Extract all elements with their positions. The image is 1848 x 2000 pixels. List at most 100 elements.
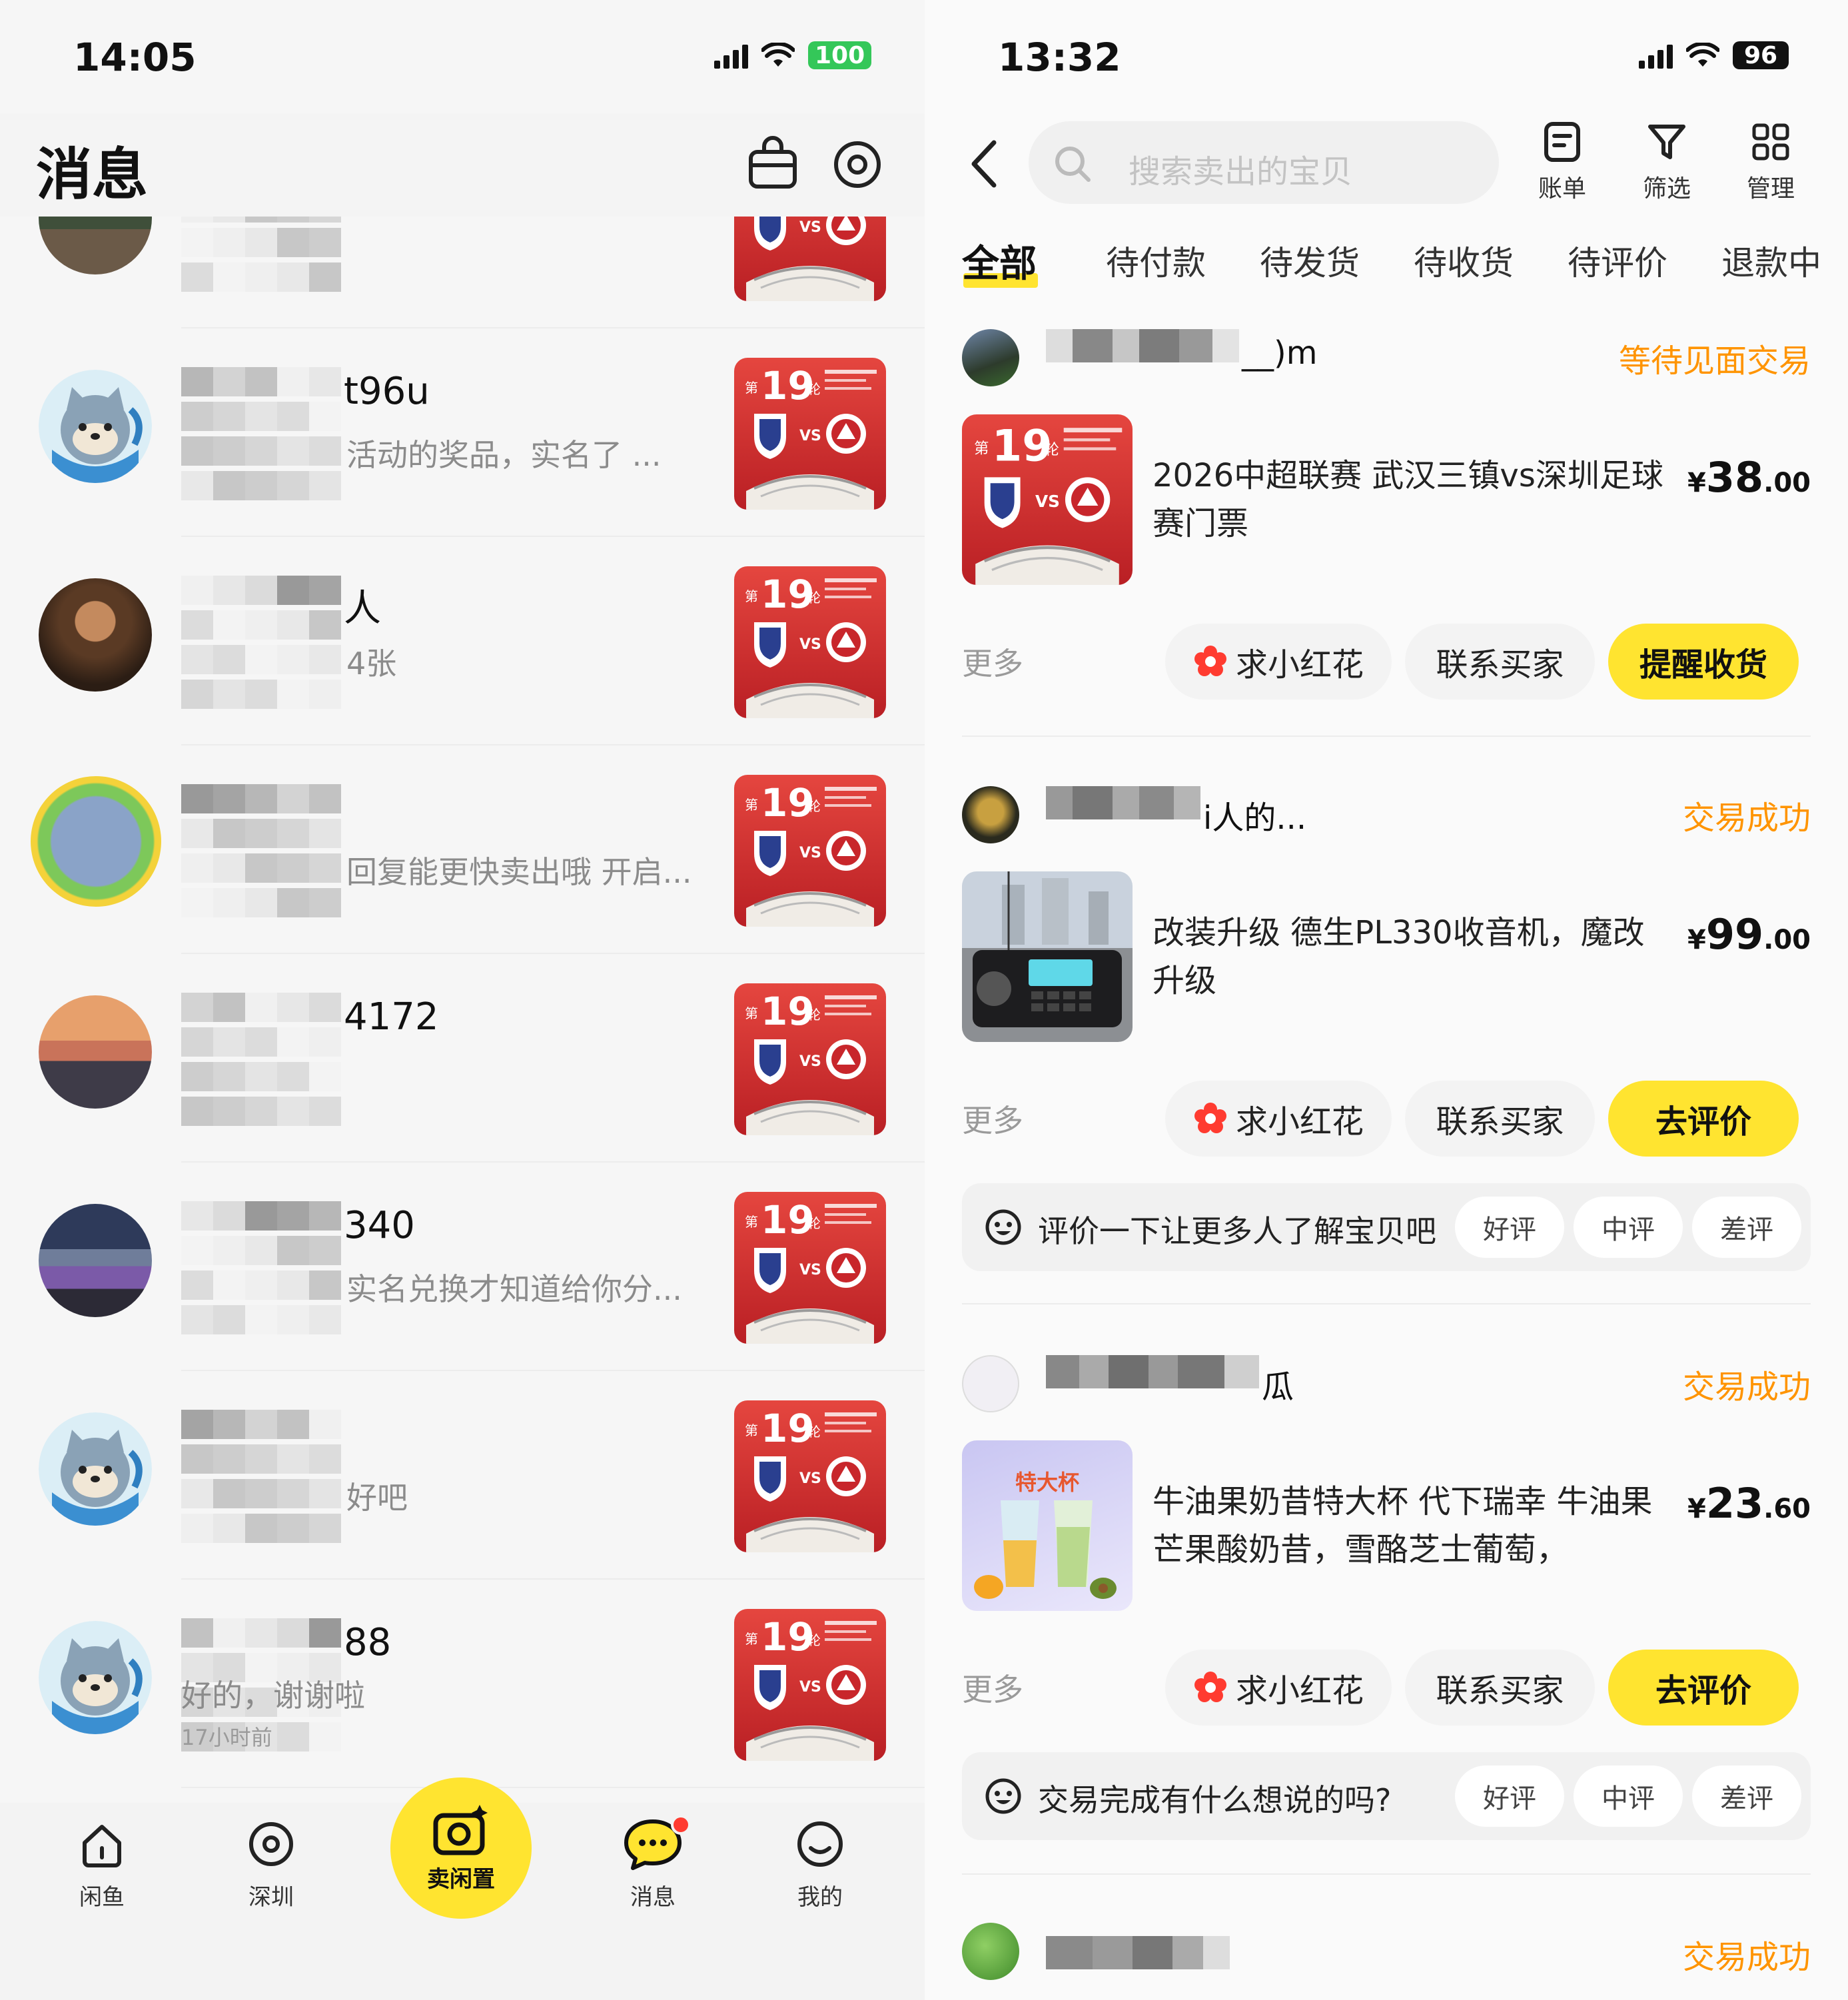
ticket-thumbnail[interactable]: 第19轮 VS bbox=[734, 358, 886, 510]
ticket-thumbnail[interactable]: 第19轮 VS bbox=[734, 566, 886, 718]
ticket-image: 第19轮 VS bbox=[734, 1609, 886, 1761]
ask-flower-button[interactable]: 求小红花 bbox=[1165, 624, 1392, 700]
tab-label: 深圳 bbox=[248, 1884, 294, 1911]
ticket-round-char: 轮 bbox=[807, 798, 821, 814]
review-button[interactable]: 去评价 bbox=[1608, 1650, 1799, 1726]
tab-refunding[interactable]: 退款中 bbox=[1721, 237, 1821, 284]
seller-avatar bbox=[962, 329, 1019, 386]
remind-receipt-button[interactable]: 提醒收货 bbox=[1608, 624, 1799, 700]
ticket-round-char: 轮 bbox=[807, 1007, 821, 1023]
contact-buyer-button[interactable]: 联系买家 bbox=[1405, 1650, 1595, 1726]
ticket-thumbnail[interactable]: 第19轮 VS bbox=[734, 1609, 886, 1761]
filter-button[interactable]: 筛选 bbox=[1630, 120, 1703, 204]
contact-buyer-button[interactable]: 联系买家 bbox=[1405, 624, 1595, 700]
chat-row[interactable]: 好吧 第 19 轮 VS bbox=[0, 1371, 925, 1580]
ticket-vs: VS bbox=[799, 1053, 821, 1070]
ticket-thumbnail[interactable]: 第19轮 VS bbox=[734, 775, 886, 927]
ticket-vs: VS bbox=[799, 636, 821, 653]
sell-button[interactable]: 卖闲置 bbox=[390, 1777, 532, 1919]
cat-avatar-icon bbox=[39, 1621, 152, 1734]
tab-pending-review[interactable]: 待评价 bbox=[1568, 237, 1667, 284]
chat-preview: 实名兑换才知道给你分... bbox=[346, 1271, 682, 1307]
tab-pending-receipt[interactable]: 待收货 bbox=[1414, 237, 1514, 284]
back-arrow-icon[interactable] bbox=[966, 137, 1002, 191]
chat-row[interactable]: 人 4张 第 19 轮 VS bbox=[0, 537, 925, 746]
seller-avatar bbox=[962, 1355, 1019, 1412]
tab-pending-payment[interactable]: 待付款 bbox=[1106, 237, 1206, 284]
chat-name: 4172 bbox=[344, 995, 439, 1039]
neutral-review-chip[interactable]: 中评 bbox=[1574, 1765, 1683, 1827]
ask-flower-button[interactable]: 求小红花 bbox=[1165, 1081, 1392, 1157]
drink-cups-image bbox=[974, 1500, 1117, 1599]
bad-review-chip[interactable]: 差评 bbox=[1692, 1765, 1801, 1827]
order-tabs: 全部 待付款 待发货 待收货 待评价 退款中 bbox=[925, 237, 1848, 296]
ticket-image: 第19轮 VS bbox=[734, 983, 886, 1135]
review-button[interactable]: 去评价 bbox=[1608, 1081, 1799, 1157]
tab-messages[interactable]: 消息 bbox=[610, 1815, 696, 1911]
more-link[interactable]: 更多 bbox=[962, 1666, 1023, 1710]
settings-icon[interactable] bbox=[829, 136, 886, 193]
ticket-round-number: 19 bbox=[761, 989, 815, 1034]
bill-button[interactable]: 账单 bbox=[1526, 120, 1599, 204]
ticket-image: 第19轮 VS bbox=[734, 775, 886, 927]
home-icon bbox=[83, 1825, 121, 1867]
good-review-chip[interactable]: 好评 bbox=[1455, 1765, 1564, 1827]
contact-buyer-button[interactable]: 联系买家 bbox=[1405, 1081, 1595, 1157]
good-review-chip[interactable]: 好评 bbox=[1455, 1197, 1564, 1258]
page-title: 消息 bbox=[36, 142, 149, 207]
status-time: 14:05 bbox=[73, 35, 197, 80]
review-prompt-text: 交易完成有什么想说的吗? bbox=[1038, 1782, 1392, 1818]
ticket-round-prefix: 第 bbox=[745, 797, 758, 813]
ticket-thumbnail[interactable]: 第19轮 VS bbox=[734, 983, 886, 1135]
redacted-name bbox=[1046, 329, 1239, 362]
bad-review-chip[interactable]: 差评 bbox=[1692, 1197, 1801, 1258]
ticket-round-number: 19 bbox=[761, 1197, 815, 1243]
order-status: 等待见面交易 bbox=[1618, 342, 1811, 380]
battery-indicator: 96 bbox=[1733, 41, 1789, 69]
flower-icon bbox=[1194, 1672, 1226, 1702]
tab-all[interactable]: 全部 bbox=[962, 234, 1037, 288]
ticket-thumbnail[interactable]: 第19轮 VS bbox=[734, 1400, 886, 1552]
tab-xianyu[interactable]: 闲鱼 bbox=[59, 1817, 145, 1911]
redacted-mosaic bbox=[181, 983, 344, 1130]
more-link[interactable]: 更多 bbox=[962, 1097, 1023, 1141]
chat-row[interactable]: t96u 活动的奖品，实名了 ... 第 19 轮 VS bbox=[0, 328, 925, 537]
ticket-image: 第19轮 VS bbox=[734, 358, 886, 510]
avatar[interactable] bbox=[31, 776, 161, 907]
cat-avatar-icon bbox=[39, 1412, 152, 1526]
chat-row[interactable]: 4172 第 19 轮 VS bbox=[0, 954, 925, 1163]
tab-pending-shipment[interactable]: 待发货 bbox=[1260, 237, 1360, 284]
product-price: ¥38.00 bbox=[1687, 453, 1811, 502]
chat-preview: 4张 bbox=[346, 646, 397, 682]
bag-icon[interactable] bbox=[744, 136, 801, 193]
manage-button[interactable]: 管理 bbox=[1734, 120, 1807, 204]
cat-avatar-icon bbox=[39, 370, 152, 483]
redacted-mosaic bbox=[181, 775, 344, 921]
avatar[interactable] bbox=[39, 1412, 152, 1526]
tab-shenzhen[interactable]: 深圳 bbox=[228, 1817, 314, 1911]
more-link[interactable]: 更多 bbox=[962, 640, 1023, 684]
chat-row[interactable]: 340 实名兑换才知道给你分... 第 19 轮 VS bbox=[0, 1163, 925, 1371]
ask-flower-button[interactable]: 求小红花 bbox=[1165, 1650, 1392, 1726]
ticket-thumbnail[interactable]: 第19轮 VS bbox=[734, 1192, 886, 1344]
avatar[interactable] bbox=[39, 1204, 152, 1317]
messages-screen: 14:05 100 第19轮VSt96u活动的奖品，实名了 ...第19轮VS人… bbox=[0, 0, 925, 2000]
divider bbox=[962, 1303, 1811, 1304]
seller-name: i人的... bbox=[1203, 799, 1307, 837]
avatar[interactable] bbox=[39, 995, 152, 1109]
search-input[interactable]: 搜索卖出的宝贝 bbox=[1029, 121, 1499, 204]
tab-me[interactable]: 我的 bbox=[777, 1817, 863, 1911]
avatar[interactable] bbox=[39, 1621, 152, 1734]
grid-icon bbox=[1752, 123, 1789, 161]
chat-row[interactable]: 回复能更快卖出哦 开启... 第 19 轮 VS bbox=[0, 746, 925, 954]
camera-icon bbox=[433, 1804, 488, 1855]
chat-preview: 活动的奖品，实名了 ... bbox=[346, 437, 662, 473]
chat-row[interactable]: 88 好的，谢谢啦 17小时前 第 19 轮 VS bbox=[0, 1580, 925, 1788]
battery-indicator: 100 bbox=[808, 41, 872, 69]
ticket-round-char: 轮 bbox=[807, 381, 821, 397]
avatar[interactable] bbox=[39, 578, 152, 692]
avatar[interactable] bbox=[39, 370, 152, 483]
neutral-review-chip[interactable]: 中评 bbox=[1574, 1197, 1683, 1258]
order-status: 交易成功 bbox=[1682, 1939, 1811, 1976]
ticket-vs: VS bbox=[799, 845, 821, 861]
